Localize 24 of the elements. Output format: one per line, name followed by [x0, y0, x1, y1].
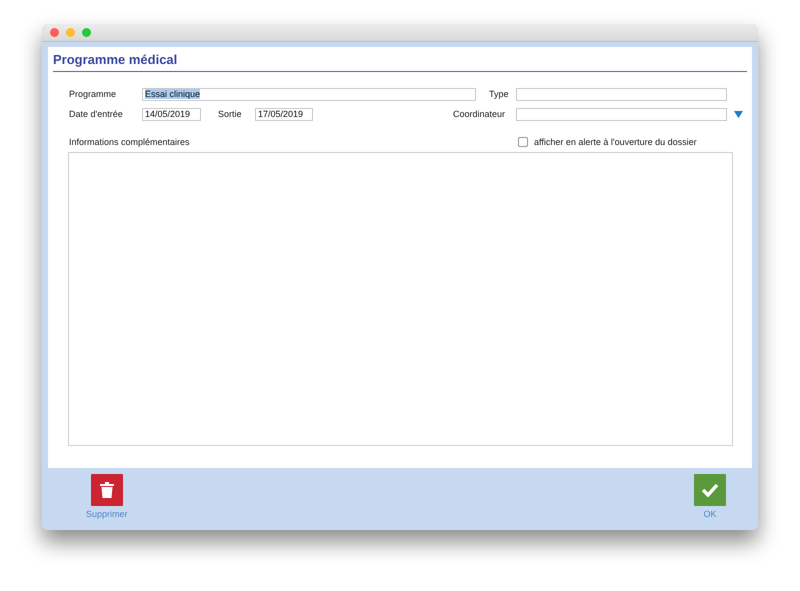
button-label: Supprimer [86, 509, 128, 519]
button-label: OK [703, 509, 716, 519]
minimize-button[interactable] [66, 28, 75, 37]
field-label: Date d'entrée [69, 109, 124, 119]
zoom-button[interactable] [82, 28, 91, 37]
date-field[interactable]: 17/05/2019 [255, 108, 313, 120]
date-field[interactable]: 14/05/2019 [142, 108, 201, 120]
dropdown-arrow-icon[interactable] [734, 110, 743, 118]
section-label: Informations complémentaires [69, 137, 191, 147]
type-field[interactable] [516, 88, 727, 100]
ok-button[interactable] [694, 474, 726, 506]
programme-field[interactable]: Essai clinique [142, 88, 476, 100]
close-button[interactable] [50, 28, 59, 37]
trash-icon [100, 482, 114, 498]
checkbox-label: afficher en alerte à l'ouverture du dossier [534, 137, 698, 147]
field-label: Programme [69, 89, 118, 99]
coordinator-field[interactable] [516, 108, 727, 120]
alert-checkbox[interactable] [518, 137, 528, 147]
field-label: Sortie [218, 109, 243, 119]
check-icon [701, 483, 719, 497]
field-label: Coordinateur [452, 109, 505, 119]
field-label: Type [489, 89, 510, 99]
dialog-title: Programme médical [53, 52, 178, 66]
delete-button[interactable] [90, 474, 123, 506]
